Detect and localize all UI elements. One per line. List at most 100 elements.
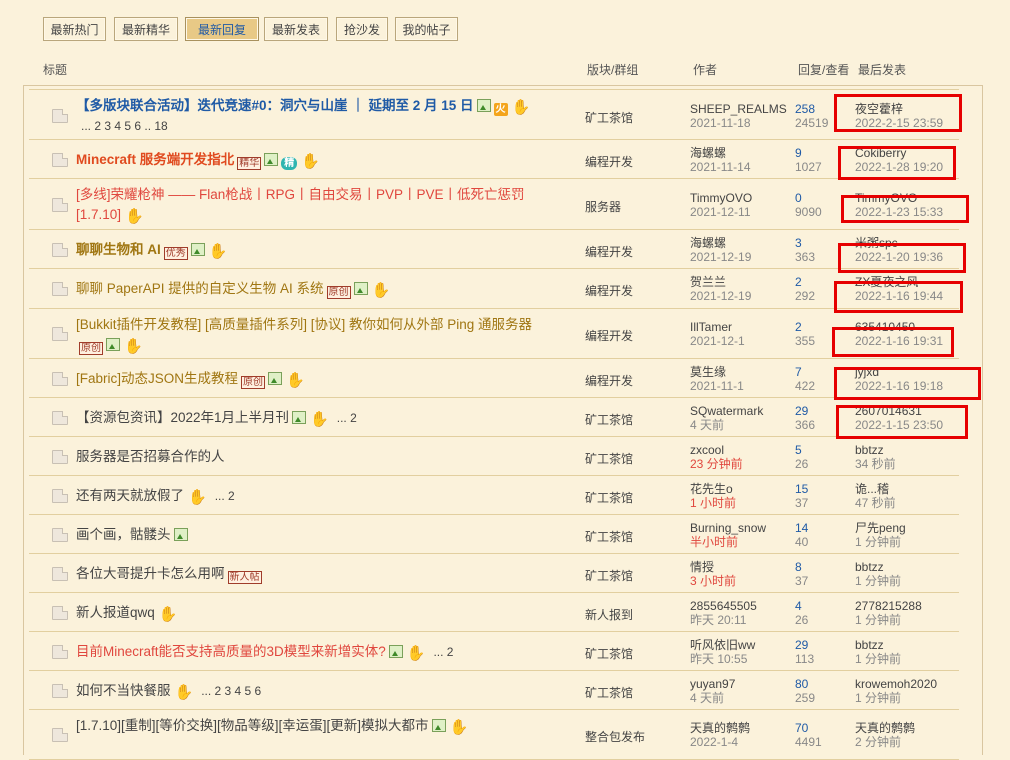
last-post-user[interactable]: krowemoh2020 (855, 677, 937, 691)
thread-title-text[interactable]: 新人报道qwq (76, 605, 155, 620)
thread-title-text[interactable]: 还有两天就放假了 (76, 488, 184, 503)
forum-name[interactable]: 整合包发布 (585, 728, 645, 745)
page-links[interactable]: ... 2 (433, 645, 453, 659)
author-name[interactable]: yuyan97 (690, 677, 735, 691)
last-post-user[interactable]: 尸先peng (855, 521, 906, 535)
thread-title[interactable]: 【资源包资讯】2022年1月上半月刊 ✋ ... 2 (76, 408, 576, 428)
forum-name[interactable]: 编程开发 (585, 372, 633, 389)
reply-count[interactable]: 9 (795, 146, 822, 160)
reply-count[interactable]: 0 (795, 191, 822, 205)
forum-name[interactable]: 编程开发 (585, 153, 633, 170)
last-post-user[interactable]: bbtzz (855, 443, 896, 457)
last-post-time[interactable]: 2022-1-20 19:36 (855, 250, 943, 264)
last-post-user[interactable]: jyjxd (855, 365, 943, 379)
forum-name[interactable]: 矿工茶馆 (585, 684, 633, 701)
author-name[interactable]: IllTamer (690, 320, 745, 334)
thread-title[interactable]: 各位大哥提升卡怎么用啊 新人帖 (76, 564, 576, 584)
tab-latest-hot[interactable]: 最新热门 (43, 17, 106, 41)
page-links[interactable]: ... 2 3 4 5 6 .. 18 (81, 119, 168, 133)
reply-count[interactable]: 80 (795, 677, 815, 691)
reply-count[interactable]: 4 (795, 599, 808, 613)
last-post-time[interactable]: 2022-1-23 15:33 (855, 205, 943, 219)
author-name[interactable]: SHEEP_REALMS (690, 102, 787, 116)
thread-title-text[interactable]: 各位大哥提升卡怎么用啊 (76, 566, 225, 581)
thread-title[interactable]: 服务器是否招募合作的人 (76, 447, 576, 467)
author-name[interactable]: 花先生o (690, 482, 736, 496)
thread-title-text[interactable]: 【资源包资讯】2022年1月上半月刊 (76, 410, 289, 425)
last-post-user[interactable]: bbtzz (855, 560, 901, 574)
last-post-user[interactable]: 2778215288 (855, 599, 922, 613)
last-post-time[interactable]: 1 分钟前 (855, 652, 901, 666)
reply-count[interactable]: 5 (795, 443, 808, 457)
forum-name[interactable]: 矿工茶馆 (585, 489, 633, 506)
forum-name[interactable]: 编程开发 (585, 327, 633, 344)
last-post-time[interactable]: 2022-1-16 19:44 (855, 289, 943, 303)
last-post-time[interactable]: 2022-1-16 19:31 (855, 334, 943, 348)
forum-name[interactable]: 编程开发 (585, 282, 633, 299)
author-name[interactable]: 海螺螺 (690, 146, 751, 160)
last-post-user[interactable]: bbtzz (855, 638, 901, 652)
reply-count[interactable]: 70 (795, 721, 822, 735)
last-post-time[interactable]: 47 秒前 (855, 496, 896, 510)
forum-name[interactable]: 服务器 (585, 198, 621, 215)
tab-latest-essence[interactable]: 最新精华 (114, 17, 178, 41)
forum-name[interactable]: 矿工茶馆 (585, 645, 633, 662)
last-post-time[interactable]: 34 秒前 (855, 457, 896, 471)
page-links[interactable]: ... 2 (337, 411, 357, 425)
reply-count[interactable]: 8 (795, 560, 808, 574)
thread-title-text[interactable]: 如何不当快餐服 (76, 683, 171, 698)
last-post-time[interactable]: 1 分钟前 (855, 613, 922, 627)
reply-count[interactable]: 7 (795, 365, 815, 379)
thread-title[interactable]: [Bukkit插件开发教程] [高质量插件系列] [协议] 教你如何从外部 Pi… (76, 315, 576, 355)
thread-title-text[interactable]: Minecraft 服务端开发指北 (76, 152, 234, 167)
reply-count[interactable]: 29 (795, 638, 814, 652)
last-post-time[interactable]: 2022-1-16 19:18 (855, 379, 943, 393)
thread-title[interactable]: 【多版块联合活动】迭代竞速#0：洞穴与山崖 ｜ 延期至 2 月 15 日 火 ✋ (76, 96, 576, 116)
tab-latest-post[interactable]: 最新发表 (264, 17, 328, 41)
author-name[interactable]: zxcool (690, 443, 743, 457)
author-name[interactable]: 2855645505 (690, 599, 757, 613)
forum-name[interactable]: 矿工茶馆 (585, 528, 633, 545)
thread-title-text[interactable]: 【多版块联合活动】迭代竞速#0：洞穴与山崖 ｜ 延期至 2 月 15 日 (76, 98, 474, 113)
thread-title-text-cont[interactable]: [1.7.10] (76, 207, 121, 222)
author-name[interactable]: 海螺螺 (690, 236, 751, 250)
thread-title-text[interactable]: 聊聊生物和 AI (76, 242, 161, 257)
reply-count[interactable]: 15 (795, 482, 808, 496)
last-post-user[interactable]: 2607014631 (855, 404, 943, 418)
tab-sofa[interactable]: 抢沙发 (336, 17, 388, 41)
last-post-user[interactable]: 635410450 (855, 320, 943, 334)
thread-title[interactable]: 聊聊 PaperAPI 提供的自定义生物 AI 系统 原创 ✋ (76, 279, 576, 299)
last-post-time[interactable]: 2022-2-15 23:59 (855, 116, 943, 130)
forum-name[interactable]: 新人报到 (585, 606, 633, 623)
thread-title-text[interactable]: 画个画，骷髅头 (76, 527, 171, 542)
thread-title-text[interactable]: 目前Minecraft能否支持高质量的3D模型来新增实体? (76, 644, 386, 659)
author-name[interactable]: Burning_snow (690, 521, 766, 535)
reply-count[interactable]: 14 (795, 521, 808, 535)
last-post-time[interactable]: 2022-1-28 19:20 (855, 160, 943, 174)
thread-title[interactable]: [多线]荣耀枪神 —— Flan枪战丨RPG丨自由交易丨PVP丨PVE丨低死亡惩… (76, 185, 576, 225)
thread-title-text[interactable]: [多线]荣耀枪神 —— Flan枪战丨RPG丨自由交易丨PVP丨PVE丨低死亡惩… (76, 187, 525, 202)
reply-count[interactable]: 2 (795, 320, 815, 334)
thread-title[interactable]: 新人报道qwq ✋ (76, 603, 576, 623)
author-name[interactable]: 听风依旧ww (690, 638, 755, 652)
thread-title-text[interactable]: 聊聊 PaperAPI 提供的自定义生物 AI 系统 (76, 281, 324, 296)
last-post-user[interactable]: 夜空藿梓 (855, 102, 943, 116)
thread-title-text[interactable]: [1.7.10][重制][等价交换][物品等级][幸运蛋][更新]模拟大都市 (76, 718, 429, 733)
author-name[interactable]: 莫生缘 (690, 365, 744, 379)
last-post-user[interactable]: Cokiberry (855, 146, 943, 160)
forum-name[interactable]: 矿工茶馆 (585, 411, 633, 428)
last-post-user[interactable]: ZX夏夜之风 (855, 275, 943, 289)
author-name[interactable]: SQwatermark (690, 404, 763, 418)
tab-my-posts[interactable]: 我的帖子 (395, 17, 458, 41)
reply-count[interactable]: 3 (795, 236, 815, 250)
thread-title[interactable]: 如何不当快餐服 ✋ ... 2 3 4 5 6 (76, 681, 576, 701)
last-post-time[interactable]: 1 分钟前 (855, 691, 937, 705)
thread-title[interactable]: 还有两天就放假了 ✋ ... 2 (76, 486, 576, 506)
thread-title-text[interactable]: [Fabric]动态JSON生成教程 (76, 371, 238, 386)
author-name[interactable]: 贺兰兰 (690, 275, 751, 289)
reply-count[interactable]: 258 (795, 102, 828, 116)
thread-title[interactable]: 目前Minecraft能否支持高质量的3D模型来新增实体? ✋ ... 2 (76, 642, 576, 662)
author-name[interactable]: TimmyOVO (690, 191, 752, 205)
reply-count[interactable]: 2 (795, 275, 815, 289)
thread-title[interactable]: [1.7.10][重制][等价交换][物品等级][幸运蛋][更新]模拟大都市 ✋ (76, 716, 576, 736)
